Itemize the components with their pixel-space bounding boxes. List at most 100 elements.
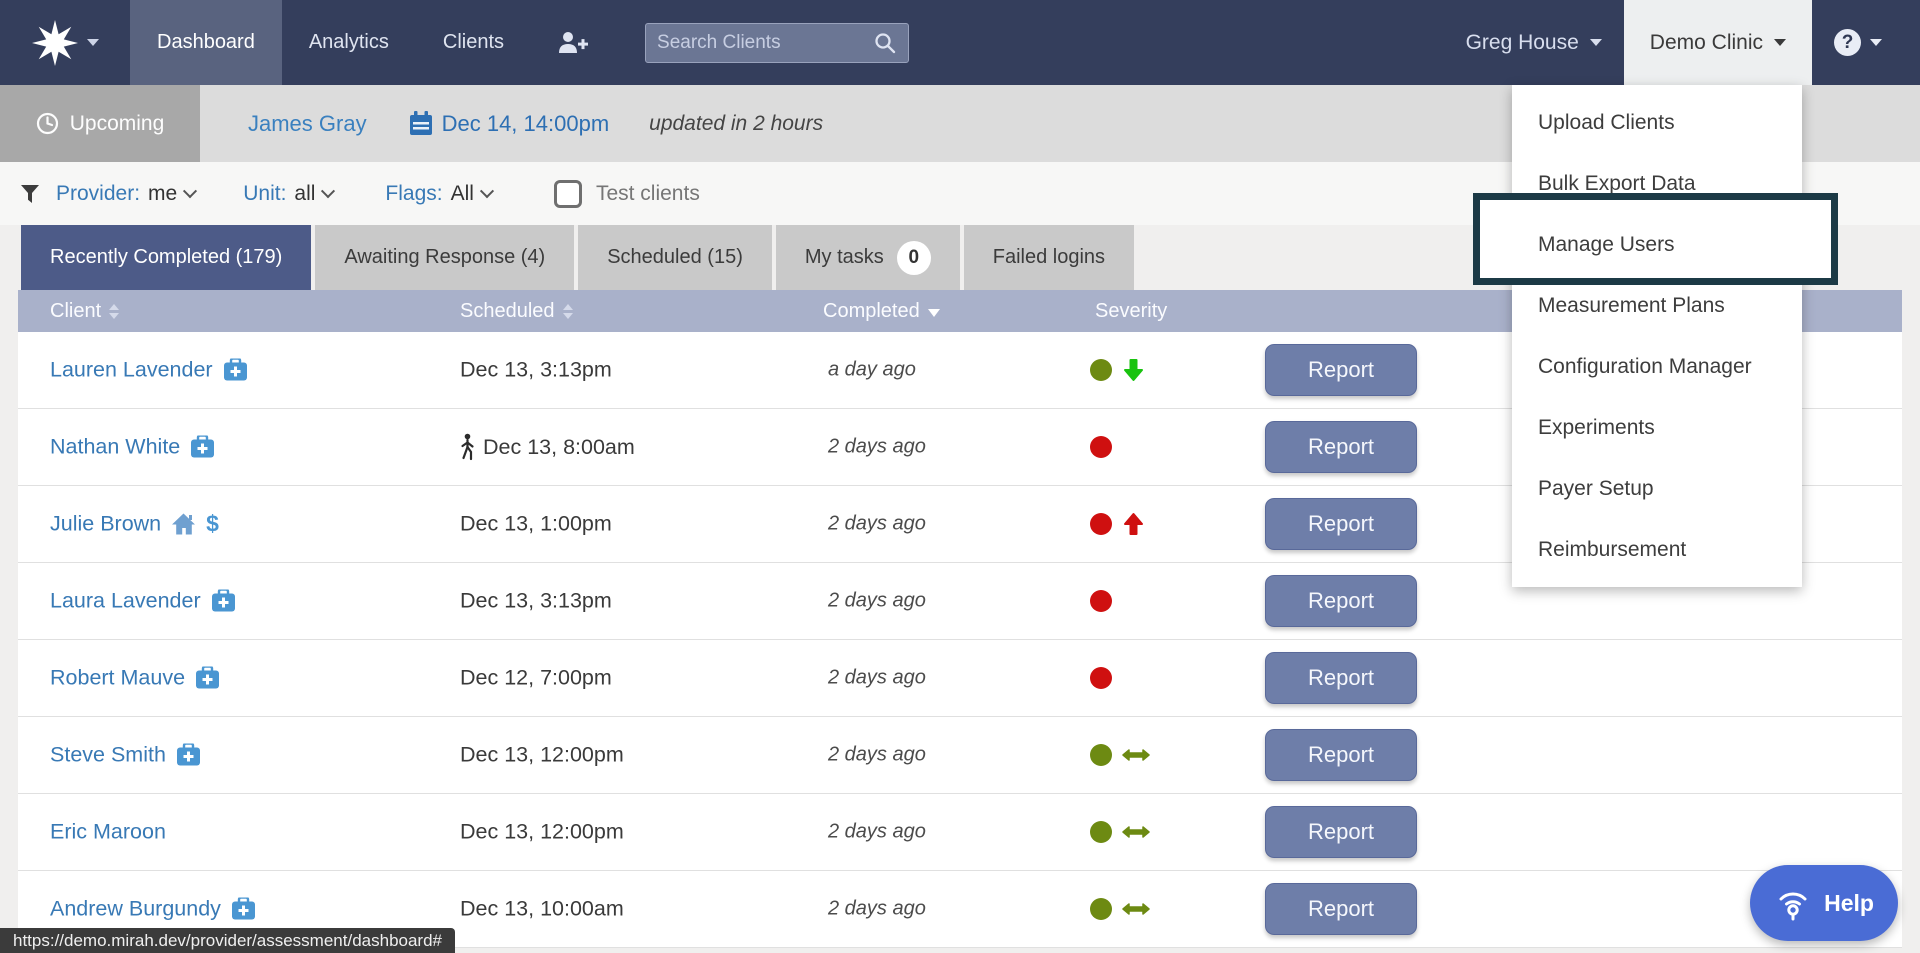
- dollar-icon[interactable]: $: [206, 511, 219, 538]
- trend-up-icon: [1121, 511, 1146, 537]
- tab-scheduled[interactable]: Scheduled (15): [578, 225, 772, 290]
- client-search-box[interactable]: [645, 23, 909, 63]
- dropdown-item-experiments[interactable]: Experiments: [1512, 397, 1802, 458]
- help-button[interactable]: Help: [1750, 865, 1898, 941]
- dropdown-item-measurement-plans[interactable]: Measurement Plans: [1512, 275, 1802, 336]
- client-link[interactable]: Lauren Lavender: [50, 358, 213, 383]
- report-button[interactable]: Report: [1265, 806, 1417, 858]
- medkit-icon[interactable]: [231, 898, 256, 921]
- dropdown-item-upload-clients[interactable]: Upload Clients: [1512, 92, 1802, 153]
- completed-cell: 2 days ago: [828, 590, 926, 613]
- scheduled-cell: Dec 13, 12:00pm: [460, 820, 624, 845]
- client-link[interactable]: Eric Maroon: [50, 820, 166, 845]
- help-menu[interactable]: ?: [1812, 0, 1920, 85]
- report-button[interactable]: Report: [1265, 575, 1417, 627]
- client-link[interactable]: Steve Smith: [50, 743, 166, 768]
- scheduled-cell: Dec 13, 1:00pm: [460, 512, 612, 537]
- table-row: Eric Maroon Dec 13, 12:00pm 2 days ago R…: [18, 794, 1902, 871]
- sort-desc-icon: [928, 309, 940, 317]
- chevron-down-icon: [480, 184, 494, 198]
- tab-recently-completed[interactable]: Recently Completed (179): [21, 225, 311, 290]
- tab-my-tasks[interactable]: My tasks 0: [776, 225, 960, 290]
- completed-cell: 2 days ago: [828, 744, 926, 767]
- severity-cell: [1090, 667, 1112, 689]
- dropdown-item-reimbursement[interactable]: Reimbursement: [1512, 519, 1802, 580]
- severity-dot-green: [1090, 821, 1112, 843]
- scheduled-cell: Dec 13, 8:00am: [460, 433, 635, 461]
- question-icon: ?: [1834, 29, 1861, 56]
- search-icon[interactable]: [873, 31, 897, 55]
- nav-tab-analytics[interactable]: Analytics: [282, 0, 416, 85]
- dropdown-item-payer-setup[interactable]: Payer Setup: [1512, 458, 1802, 519]
- medkit-icon[interactable]: [195, 667, 220, 690]
- client-link[interactable]: Andrew Burgundy: [50, 897, 221, 922]
- dropdown-item-bulk-export-data[interactable]: Bulk Export Data: [1512, 153, 1802, 214]
- org-menu-label: Demo Clinic: [1650, 31, 1763, 55]
- medkit-icon[interactable]: [223, 359, 248, 382]
- scheduled-cell: Dec 13, 3:13pm: [460, 589, 612, 614]
- org-menu-demo-clinic[interactable]: Demo Clinic: [1624, 0, 1812, 85]
- add-client-button[interactable]: [531, 0, 615, 85]
- completed-cell: 2 days ago: [828, 898, 926, 921]
- report-button[interactable]: Report: [1265, 652, 1417, 704]
- dropdown-item-manage-users[interactable]: Manage Users: [1512, 214, 1802, 275]
- url-tooltip: https://demo.mirah.dev/provider/assessme…: [0, 928, 455, 953]
- client-link[interactable]: Laura Lavender: [50, 589, 201, 614]
- brand-menu[interactable]: [0, 0, 130, 85]
- tab-label: My tasks: [805, 246, 884, 269]
- dropdown-item-configuration-manager[interactable]: Configuration Manager: [1512, 336, 1802, 397]
- provider-filter[interactable]: Provider: me: [56, 182, 195, 206]
- top-navbar: Dashboard Analytics Clients Greg House D…: [0, 0, 1920, 85]
- severity-dot-red: [1090, 667, 1112, 689]
- severity-dot-green: [1090, 359, 1112, 381]
- column-label: Severity: [1095, 300, 1167, 323]
- next-client-link[interactable]: James Gray: [248, 111, 367, 137]
- chevron-down-icon: [321, 184, 335, 198]
- sort-both-icon: [563, 304, 573, 319]
- client-link[interactable]: Robert Mauve: [50, 666, 185, 691]
- trend-down-icon: [1121, 357, 1146, 383]
- medkit-icon[interactable]: [176, 744, 201, 767]
- test-clients-label: Test clients: [596, 182, 700, 206]
- report-button[interactable]: Report: [1265, 344, 1417, 396]
- provider-filter-label: Provider:: [56, 182, 140, 206]
- flags-filter[interactable]: Flags: All: [385, 182, 492, 206]
- completed-cell: 2 days ago: [828, 821, 926, 844]
- report-button[interactable]: Report: [1265, 498, 1417, 550]
- severity-cell: [1090, 590, 1112, 612]
- column-label: Client: [50, 300, 101, 323]
- report-button[interactable]: Report: [1265, 421, 1417, 473]
- next-appointment[interactable]: Dec 14, 14:00pm: [409, 111, 610, 137]
- test-clients-checkbox[interactable]: [554, 180, 582, 208]
- tab-failed-logins[interactable]: Failed logins: [964, 225, 1134, 290]
- nav-tab-dashboard[interactable]: Dashboard: [130, 0, 282, 85]
- search-input[interactable]: [657, 32, 873, 54]
- upcoming-tab-label: Upcoming: [70, 112, 165, 136]
- appointment-datetime: Dec 14, 14:00pm: [442, 111, 610, 137]
- scheduled-cell: Dec 13, 10:00am: [460, 897, 624, 922]
- help-beacon-icon: [1774, 884, 1812, 922]
- report-button[interactable]: Report: [1265, 883, 1417, 935]
- person-add-icon: [557, 29, 589, 57]
- column-header-completed[interactable]: Completed: [823, 290, 940, 332]
- column-header-client[interactable]: Client: [50, 290, 119, 332]
- severity-cell: [1090, 511, 1146, 537]
- tab-awaiting-response[interactable]: Awaiting Response (4): [315, 225, 574, 290]
- column-header-scheduled[interactable]: Scheduled: [460, 290, 573, 332]
- user-menu-greg-house[interactable]: Greg House: [1444, 0, 1624, 85]
- house-icon[interactable]: [171, 513, 196, 536]
- upcoming-tab[interactable]: Upcoming: [0, 85, 200, 162]
- medkit-icon[interactable]: [190, 436, 215, 459]
- help-button-label: Help: [1824, 890, 1874, 917]
- medkit-icon[interactable]: [211, 590, 236, 613]
- report-button[interactable]: Report: [1265, 729, 1417, 781]
- trend-flat-icon: [1121, 746, 1151, 764]
- client-link[interactable]: Nathan White: [50, 435, 180, 460]
- client-link[interactable]: Julie Brown: [50, 512, 161, 537]
- nav-tab-clients[interactable]: Clients: [416, 0, 531, 85]
- flags-filter-label: Flags:: [385, 182, 442, 206]
- unit-filter[interactable]: Unit: all: [243, 182, 333, 206]
- org-dropdown-menu: Upload Clients Bulk Export Data Manage U…: [1512, 85, 1802, 587]
- column-label: Scheduled: [460, 300, 555, 323]
- brand-starburst-icon: [32, 20, 78, 66]
